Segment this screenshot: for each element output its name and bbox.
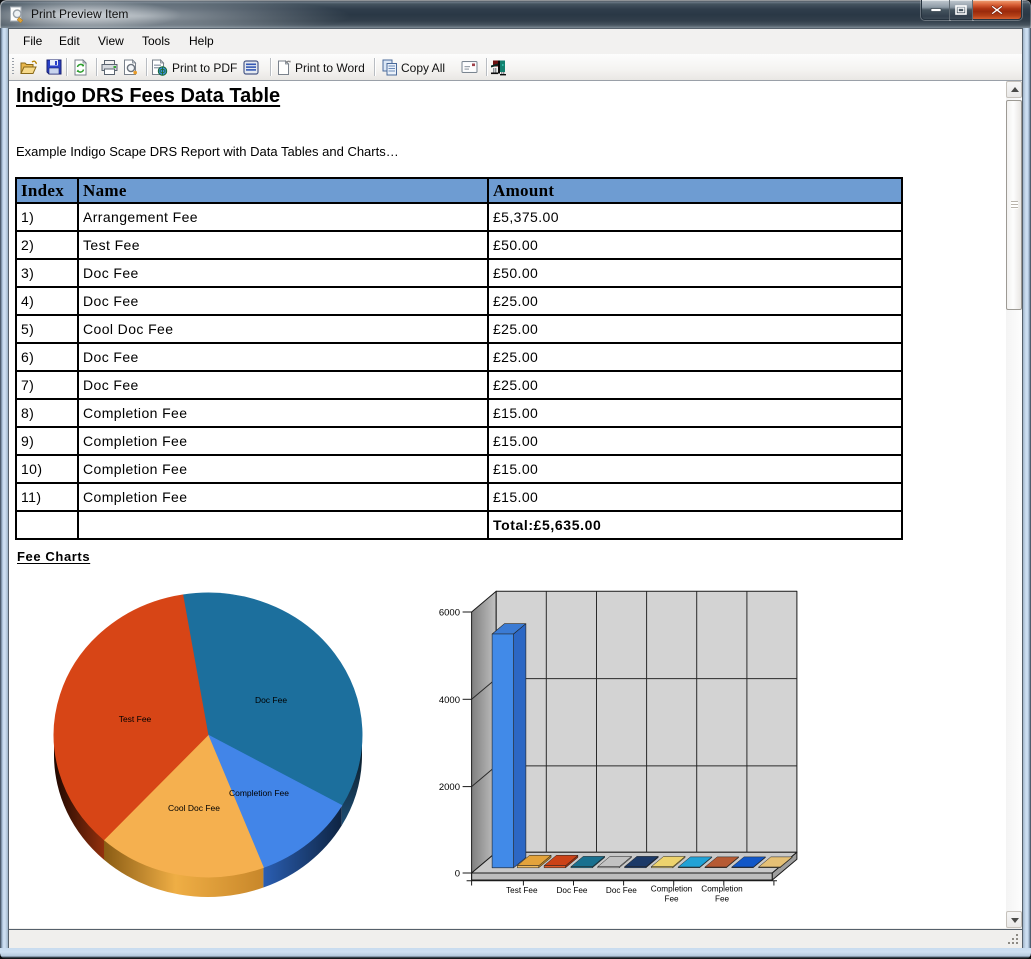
- svg-text:Completion Fee: Completion Fee: [229, 788, 289, 798]
- svg-text:6000: 6000: [439, 608, 460, 619]
- svg-text:Completion: Completion: [651, 885, 693, 894]
- svg-text:Test Fee: Test Fee: [506, 886, 538, 895]
- svg-text:Fee: Fee: [664, 895, 679, 904]
- svg-text:4000: 4000: [439, 695, 460, 706]
- svg-text:0: 0: [455, 869, 460, 880]
- svg-text:2000: 2000: [439, 782, 460, 793]
- svg-text:Completion: Completion: [701, 885, 743, 894]
- svg-text:Fee: Fee: [715, 895, 730, 904]
- svg-text:Doc Fee: Doc Fee: [557, 886, 588, 895]
- svg-text:Cool Doc Fee: Cool Doc Fee: [168, 803, 220, 813]
- svg-text:Doc Fee: Doc Fee: [606, 886, 637, 895]
- svg-text:Test Fee: Test Fee: [119, 714, 152, 724]
- svg-text:Doc Fee: Doc Fee: [255, 695, 287, 705]
